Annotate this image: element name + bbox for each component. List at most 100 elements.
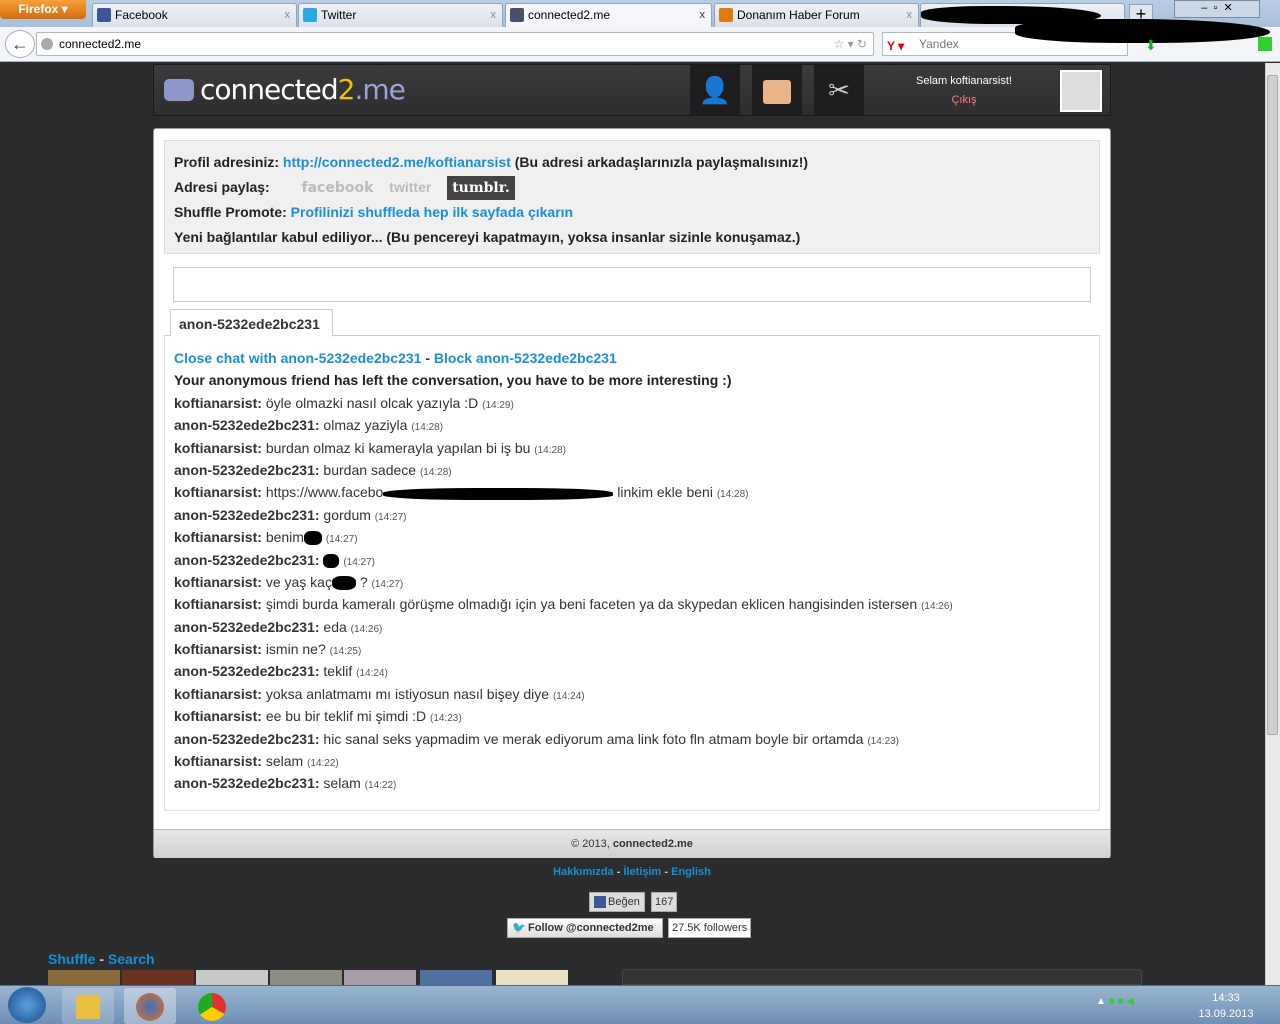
message-text: eda bbox=[323, 618, 347, 635]
message-sender: koftianarsist: bbox=[174, 596, 262, 613]
shuffle-promote-link[interactable]: Profilinizi shuffleda hep ilk sayfada çı… bbox=[291, 204, 573, 220]
message-text: yoksa anlatmamı mı istiyosun nasıl bişey… bbox=[265, 685, 550, 702]
search-link[interactable]: Search bbox=[108, 951, 155, 967]
close-chat-link[interactable]: Close chat with anon-5232ede2bc231 bbox=[174, 350, 421, 366]
user-thumbnail[interactable] bbox=[420, 970, 492, 985]
english-link[interactable]: English bbox=[671, 866, 711, 878]
facebook-like-button[interactable]: Beğen bbox=[589, 892, 645, 912]
tab-facebook[interactable]: Facebook x bbox=[92, 3, 297, 27]
message-time: (14:26) bbox=[350, 623, 383, 635]
inbox-button[interactable] bbox=[752, 65, 802, 115]
message-sender: anon-5232ede2bc231: bbox=[174, 775, 320, 792]
tray-icons[interactable]: ▲ ■ ■ ◀ bbox=[1096, 996, 1134, 1007]
message-sender: koftianarsist: bbox=[174, 641, 262, 658]
twitter-follow-button[interactable]: 🐦 Follow @connected2me bbox=[507, 918, 663, 938]
settings-button[interactable]: ✂ bbox=[814, 65, 864, 115]
navigation-bar: ← connected2.me ☆ ▾ ↻ Y ▾ Yandex ⬇ bbox=[0, 19, 1280, 62]
shuffle-heading: Shuffle - Search bbox=[48, 951, 155, 967]
message-text: ismin ne? bbox=[265, 641, 326, 658]
close-tab-icon[interactable]: x bbox=[491, 4, 497, 26]
share-tumblr-button[interactable]: tumblr. bbox=[447, 175, 515, 200]
download-icon[interactable]: ⬇ bbox=[1145, 37, 1157, 54]
tab-connected2me[interactable]: connected2.me x bbox=[505, 3, 712, 27]
status-text: Yeni bağlantılar kabul ediliyor... (Bu p… bbox=[174, 228, 801, 245]
chat-message: koftianarsist: ismin ne? (14:25) bbox=[174, 641, 1090, 663]
message-text: öyle olmazki nasıl olcak yazıyla :D bbox=[265, 394, 479, 411]
clock[interactable]: 14:33 13.09.2013 bbox=[1190, 990, 1262, 1022]
globe-icon bbox=[41, 38, 53, 50]
message-sender: koftianarsist: bbox=[174, 439, 262, 456]
main-panel: Profil adresiniz: http://connected2.me/k… bbox=[153, 128, 1111, 858]
about-link[interactable]: Hakkımızda bbox=[553, 866, 614, 878]
redaction bbox=[323, 553, 340, 568]
user-thumbnail[interactable] bbox=[270, 970, 342, 985]
message-time: (14:26) bbox=[921, 601, 953, 613]
user-thumbnail[interactable] bbox=[196, 970, 268, 985]
bookmark-star-icon[interactable]: ☆ ▾ ↻ bbox=[833, 33, 867, 55]
footer: © 2013, connected2.me bbox=[154, 829, 1110, 858]
message-sender: koftianarsist: bbox=[174, 484, 262, 501]
tab-donanim-haber[interactable]: Donanım Haber Forum x bbox=[714, 3, 919, 27]
message-sender: anon-5232ede2bc231: bbox=[174, 618, 320, 635]
chat-input[interactable] bbox=[173, 267, 1091, 302]
message-text: benim bbox=[265, 529, 304, 546]
user-thumbnail[interactable] bbox=[344, 970, 416, 985]
contact-link[interactable]: İletişim bbox=[623, 866, 661, 878]
user-thumbnail[interactable] bbox=[48, 970, 120, 985]
chat-message: anon-5232ede2bc231: eda (14:26) bbox=[174, 619, 1090, 641]
back-button[interactable]: ← bbox=[5, 30, 35, 58]
profile-button[interactable]: 👤 bbox=[690, 65, 740, 115]
redaction bbox=[1015, 19, 1270, 43]
tab-twitter[interactable]: Twitter x bbox=[298, 3, 503, 27]
share-twitter-button[interactable]: twitter bbox=[389, 175, 431, 200]
profile-url-link[interactable]: http://connected2.me/koftianarsist bbox=[283, 154, 511, 170]
chat-message: koftianarsist: https://www.facebo linkim… bbox=[174, 484, 1090, 506]
facebook-icon bbox=[97, 8, 111, 22]
message-sender: koftianarsist: bbox=[174, 573, 262, 590]
message-text-after: linkim ekle beni bbox=[617, 484, 713, 501]
tools-icon: ✂ bbox=[828, 75, 850, 105]
message-text: şimdi burda kameralı görüşme olmadığı iç… bbox=[265, 596, 918, 613]
user-icon: 👤 bbox=[698, 75, 732, 105]
close-tab-icon[interactable]: x bbox=[700, 4, 706, 26]
message-time: (14:27) bbox=[343, 556, 375, 568]
window-controls[interactable]: – ▫ ✕ bbox=[1174, 0, 1260, 18]
firefox-menu-button[interactable]: Firefox ▾ bbox=[0, 0, 86, 19]
chat-tab[interactable]: anon-5232ede2bc231 bbox=[170, 309, 333, 337]
taskbar-chrome[interactable] bbox=[186, 988, 238, 1024]
message-text: hic sanal seks yapmadim ve merak ediyoru… bbox=[323, 730, 864, 747]
message-time: (14:24) bbox=[552, 690, 585, 702]
message-time: (14:23) bbox=[429, 713, 462, 725]
scrollbar-thumb[interactable] bbox=[1267, 75, 1278, 735]
share-facebook-button[interactable]: facebook bbox=[302, 176, 374, 201]
chat-message: koftianarsist: selam (14:22) bbox=[174, 753, 1090, 775]
block-user-link[interactable]: Block anon-5232ede2bc231 bbox=[434, 350, 617, 366]
like-count: 167 bbox=[651, 892, 678, 912]
taskbar-explorer[interactable] bbox=[62, 988, 114, 1024]
logo[interactable]: connected2.me bbox=[200, 73, 406, 106]
user-thumbnail[interactable] bbox=[122, 970, 194, 985]
user-thumbnail[interactable] bbox=[496, 970, 568, 985]
chat-message: koftianarsist: ee bu bir teklif mi şimdi… bbox=[174, 708, 1090, 730]
addon-icon[interactable] bbox=[1258, 37, 1272, 51]
close-tab-icon[interactable]: x bbox=[285, 4, 291, 26]
inbox-icon bbox=[763, 80, 791, 105]
message-sender: anon-5232ede2bc231: bbox=[174, 730, 320, 747]
start-button[interactable] bbox=[8, 987, 46, 1023]
logout-link[interactable]: Çıkış bbox=[884, 94, 1044, 106]
url-bar[interactable]: connected2.me ☆ ▾ ↻ bbox=[36, 32, 874, 56]
shuffle-link[interactable]: Shuffle bbox=[48, 951, 95, 967]
avatar[interactable] bbox=[1060, 70, 1102, 112]
chat-message: anon-5232ede2bc231: (14:27) bbox=[174, 552, 1090, 574]
taskbar-firefox[interactable] bbox=[124, 988, 176, 1024]
greeting: Selam koftianarsist! bbox=[916, 75, 1012, 87]
message-text: teklif bbox=[323, 663, 353, 680]
close-tab-icon[interactable]: x bbox=[907, 4, 913, 26]
chat-message: anon-5232ede2bc231: selam (14:22) bbox=[174, 775, 1090, 797]
message-text: ve yaş kaç bbox=[265, 573, 332, 590]
message-time: (14:23) bbox=[867, 735, 899, 747]
windows-explorer-icon bbox=[76, 994, 100, 1019]
message-time: (14:28) bbox=[534, 444, 566, 456]
message-text: ee bu bir teklif mi şimdi :D bbox=[265, 708, 427, 725]
side-panel bbox=[622, 969, 1142, 985]
